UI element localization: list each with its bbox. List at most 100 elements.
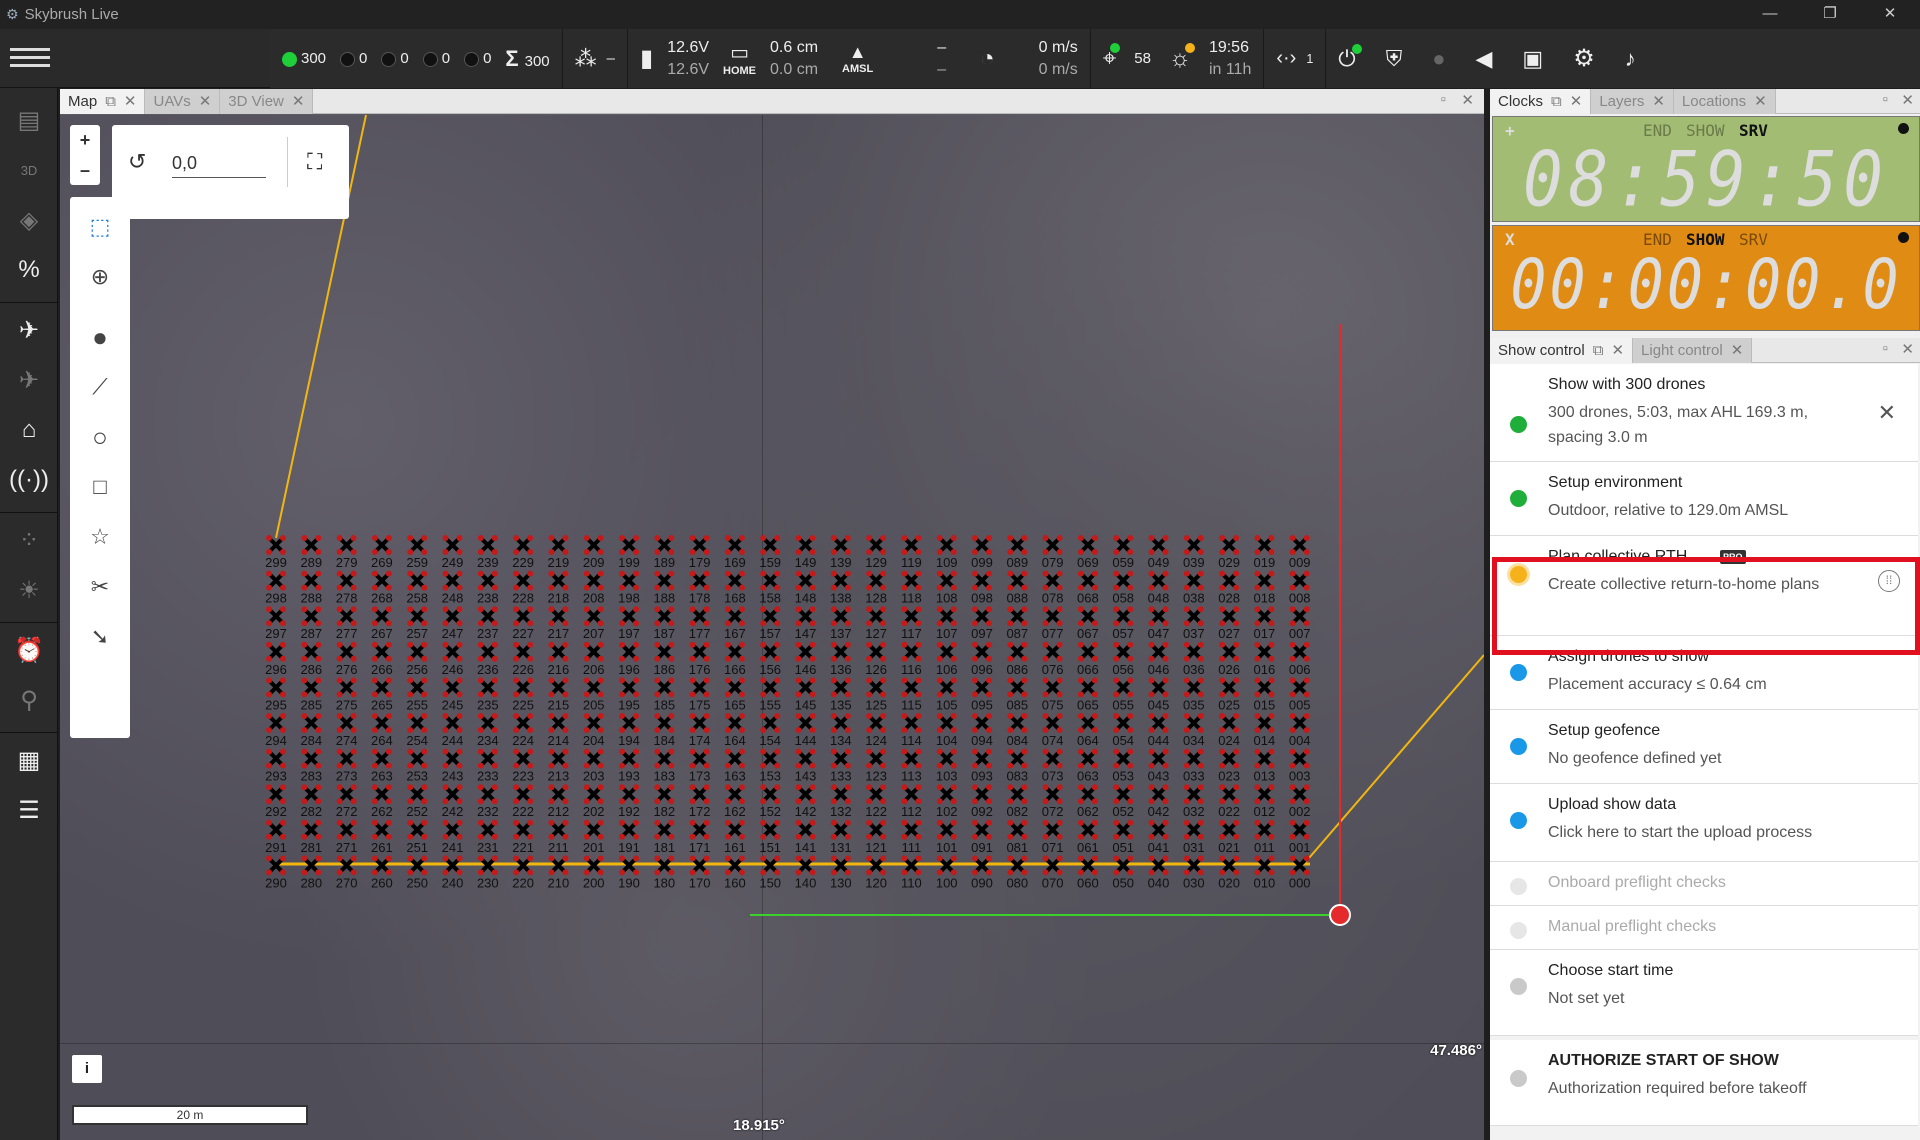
- drone-marker[interactable]: 260: [371, 855, 393, 890]
- drone-marker[interactable]: 112: [901, 784, 922, 819]
- drone-marker[interactable]: 266: [371, 641, 393, 677]
- drone-marker[interactable]: 264: [371, 713, 393, 748]
- drone-marker[interactable]: 174: [689, 713, 711, 748]
- drone-marker[interactable]: 017: [1254, 606, 1276, 641]
- close-panel-icon[interactable]: ✕: [1461, 91, 1474, 109]
- draw-star-icon[interactable]: ☆: [80, 517, 120, 557]
- show-control-icon[interactable]: %: [9, 250, 49, 290]
- drone-marker[interactable]: 283: [300, 748, 322, 784]
- drone-marker[interactable]: 058: [1112, 570, 1134, 606]
- drone-marker[interactable]: 038: [1183, 570, 1205, 606]
- drone-marker[interactable]: 034: [1183, 713, 1205, 748]
- drone-marker[interactable]: 108: [936, 570, 958, 606]
- drone-marker[interactable]: 141: [795, 819, 817, 855]
- drone-marker[interactable]: 160: [724, 855, 746, 890]
- dots-icon[interactable]: ⁘: [9, 520, 49, 560]
- drone-marker[interactable]: 072: [1042, 784, 1064, 819]
- drone-marker[interactable]: 187: [653, 606, 675, 641]
- drone-marker[interactable]: 053: [1112, 748, 1134, 784]
- drone-marker[interactable]: 209: [583, 535, 605, 570]
- select-tool-icon[interactable]: ⬚: [80, 207, 120, 247]
- drone-marker[interactable]: 070: [1042, 855, 1064, 890]
- drone-marker[interactable]: 289: [300, 535, 322, 570]
- zoom-in-button[interactable]: +: [70, 125, 100, 155]
- tab-show-control[interactable]: Show control ⧉ ✕: [1490, 338, 1634, 363]
- drone-marker[interactable]: 218: [548, 570, 570, 606]
- drone-marker[interactable]: 039: [1183, 535, 1205, 570]
- drone-marker[interactable]: 146: [795, 641, 817, 677]
- tab-uavs[interactable]: UAVs ✕: [145, 89, 221, 114]
- light-icon[interactable]: ☀: [9, 570, 49, 610]
- drone-marker[interactable]: 231: [477, 819, 499, 855]
- drone-marker[interactable]: 259: [406, 535, 428, 570]
- drone-marker[interactable]: 064: [1077, 713, 1099, 748]
- drone-marker[interactable]: 000: [1289, 855, 1311, 890]
- toolbox-icon[interactable]: ▣: [1522, 46, 1543, 72]
- drone-marker[interactable]: 189: [653, 535, 675, 570]
- drone-marker[interactable]: 001: [1289, 819, 1311, 855]
- menu-hamburger-icon[interactable]: [10, 43, 50, 73]
- drone-marker[interactable]: 190: [618, 855, 640, 890]
- restore-button[interactable]: ❐: [1800, 0, 1860, 29]
- drone-marker[interactable]: 065: [1077, 677, 1099, 712]
- drone-marker[interactable]: 074: [1042, 713, 1064, 748]
- drone-marker[interactable]: 084: [1006, 713, 1028, 748]
- drone-marker[interactable]: 127: [865, 606, 887, 641]
- drone-marker[interactable]: 232: [477, 784, 499, 819]
- drone-marker[interactable]: 265: [371, 677, 393, 712]
- drone-marker[interactable]: 194: [618, 713, 640, 748]
- drone-marker[interactable]: 051: [1112, 819, 1134, 855]
- drone-marker[interactable]: 042: [1148, 784, 1170, 819]
- drone-marker[interactable]: 020: [1218, 855, 1240, 890]
- drone-marker[interactable]: 225: [512, 677, 534, 712]
- drone-marker[interactable]: 109: [936, 535, 958, 570]
- map-view[interactable]: 299 298 297 296 295 294 293 292 291 290 289 288 287 2…: [60, 115, 1484, 1140]
- drone-marker[interactable]: 164: [724, 713, 746, 748]
- layers-icon[interactable]: ◈: [9, 200, 49, 240]
- drone-marker[interactable]: 118: [901, 570, 922, 606]
- drone-marker[interactable]: 122: [865, 784, 887, 819]
- close-tab-icon[interactable]: ✕: [1652, 89, 1665, 114]
- drone-marker[interactable]: 196: [618, 641, 640, 677]
- drone-marker[interactable]: 296: [265, 641, 287, 677]
- drone-marker[interactable]: 105: [936, 677, 958, 712]
- drone-marker[interactable]: 087: [1006, 606, 1028, 641]
- drone-marker[interactable]: 186: [653, 641, 675, 677]
- drone-marker[interactable]: 156: [759, 641, 781, 677]
- rotate-reset-icon[interactable]: ↺: [128, 149, 146, 175]
- drone-marker[interactable]: 148: [795, 570, 817, 606]
- notifications-bell-icon[interactable]: ♪: [1625, 46, 1636, 72]
- drone-marker[interactable]: 166: [724, 641, 746, 677]
- draw-circle-icon[interactable]: ○: [80, 417, 120, 457]
- zoom-out-button[interactable]: –: [70, 155, 100, 185]
- drone-marker[interactable]: 139: [830, 535, 852, 570]
- drone-marker[interactable]: 248: [442, 570, 464, 606]
- drone-marker[interactable]: 241: [442, 819, 464, 855]
- drone-marker[interactable]: 032: [1183, 784, 1205, 819]
- drone-marker[interactable]: 088: [1006, 570, 1028, 606]
- drone-marker[interactable]: 182: [653, 784, 675, 819]
- drone-marker[interactable]: 199: [618, 535, 640, 570]
- drone-marker[interactable]: 154: [759, 713, 781, 748]
- drone-marker[interactable]: 099: [971, 535, 993, 570]
- drone-marker[interactable]: 075: [1042, 677, 1064, 712]
- drone-marker[interactable]: 158: [759, 570, 781, 606]
- drone-marker[interactable]: 253: [406, 748, 428, 784]
- tab-locations[interactable]: Locations ✕: [1673, 89, 1776, 114]
- show-step-item[interactable]: Plan collective RTH PRO Create collective …: [1490, 536, 1918, 636]
- draw-polyline-icon[interactable]: ⟋: [80, 367, 120, 407]
- drone-marker[interactable]: 256: [406, 641, 428, 677]
- drone-marker[interactable]: 131: [830, 819, 852, 855]
- rtk-status[interactable]: ‹·› 1: [1264, 29, 1327, 88]
- show-step-item[interactable]: AUTHORIZE START OF SHOW Authorization req…: [1490, 1040, 1918, 1126]
- drone-marker[interactable]: 162: [724, 784, 746, 819]
- drone-marker[interactable]: 212: [548, 784, 570, 819]
- drone-marker[interactable]: 249: [442, 535, 464, 570]
- drone-marker[interactable]: 071: [1042, 819, 1064, 855]
- drone-marker[interactable]: 027: [1218, 606, 1240, 641]
- drone-marker[interactable]: 152: [759, 784, 781, 819]
- tab-layers[interactable]: Layers ✕: [1591, 89, 1674, 114]
- drone-marker[interactable]: 183: [653, 748, 675, 784]
- drone-marker[interactable]: 111: [901, 819, 922, 855]
- drone-marker[interactable]: 096: [971, 641, 993, 677]
